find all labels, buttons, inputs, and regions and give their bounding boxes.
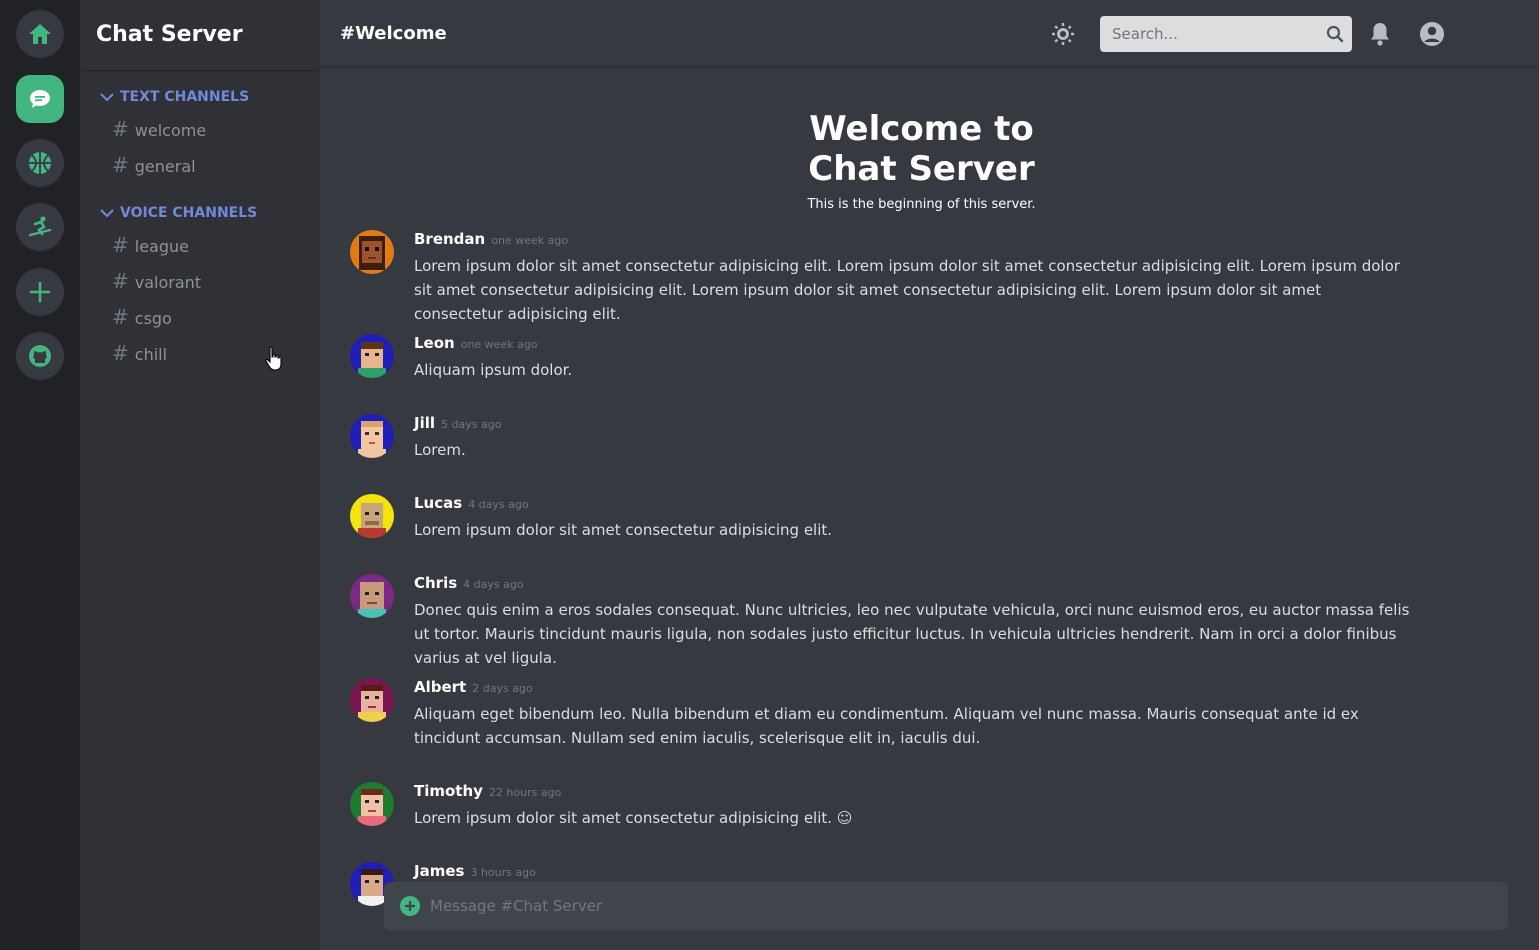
avatar[interactable] bbox=[350, 574, 394, 618]
channel-label: chill bbox=[134, 345, 168, 364]
message-author[interactable]: Timothy 22 hours ago bbox=[414, 782, 561, 800]
bell-icon[interactable] bbox=[1368, 21, 1392, 47]
avatar[interactable] bbox=[350, 334, 394, 378]
snowboard-server-button[interactable] bbox=[16, 203, 64, 251]
text-channels-category[interactable]: TEXT CHANNELS bbox=[100, 89, 249, 105]
channel-label: welcome bbox=[134, 121, 207, 140]
channel-item-valorant[interactable]: # valorant bbox=[112, 269, 201, 293]
hash-icon: # bbox=[112, 153, 129, 177]
search-input[interactable]: Search... bbox=[1100, 16, 1352, 52]
message-timestamp: 3 hours ago bbox=[470, 866, 536, 879]
message-text: Lorem ipsum dolor sit amet consectetur a… bbox=[414, 521, 833, 539]
server-rail bbox=[0, 0, 80, 950]
channel-label: league bbox=[134, 237, 189, 256]
chat-icon bbox=[30, 90, 50, 108]
channel-item-chill[interactable]: # chill bbox=[112, 341, 167, 365]
message-author[interactable]: Lucas 4 days ago bbox=[414, 494, 529, 512]
welcome-banner: Welcome to Chat Server This is the begin… bbox=[320, 109, 1523, 212]
home-button[interactable] bbox=[16, 10, 64, 58]
channel-label: valorant bbox=[134, 273, 202, 292]
hash-icon: # bbox=[112, 117, 129, 141]
message-timestamp: 22 hours ago bbox=[488, 786, 562, 799]
avatar[interactable] bbox=[350, 414, 394, 458]
avatar[interactable] bbox=[350, 494, 394, 538]
home-icon bbox=[29, 24, 51, 44]
channel-item-welcome[interactable]: # welcome bbox=[112, 117, 206, 141]
channel-label: general bbox=[134, 157, 196, 176]
channel-header: #Welcome Search... bbox=[320, 0, 1539, 66]
message-author[interactable]: James 3 hours ago bbox=[414, 862, 536, 880]
snowboard-icon bbox=[28, 216, 52, 237]
add-attachment-icon[interactable] bbox=[400, 896, 420, 916]
message-timestamp: one week ago bbox=[460, 338, 538, 351]
message-composer[interactable]: Message #Chat Server bbox=[384, 882, 1508, 930]
message-text: Aliquam eget bibendum leo. Nulla bibendu… bbox=[414, 705, 1359, 747]
welcome-subtitle: This is the beginning of this server. bbox=[807, 197, 1036, 212]
category-label: VOICE CHANNELS bbox=[120, 205, 258, 221]
chat-server-button[interactable] bbox=[16, 75, 64, 123]
avatar[interactable] bbox=[350, 782, 394, 826]
message-timestamp: 4 days ago bbox=[463, 578, 524, 591]
category-label: TEXT CHANNELS bbox=[120, 89, 250, 105]
message-author[interactable]: Albert 2 days ago bbox=[414, 678, 533, 696]
message-author[interactable]: Leon one week ago bbox=[414, 334, 538, 352]
basketball-server-button[interactable] bbox=[16, 139, 64, 187]
chevron-down-icon bbox=[100, 209, 114, 218]
message-timestamp: 5 days ago bbox=[441, 418, 502, 431]
add-server-button[interactable] bbox=[16, 268, 64, 316]
server-name: Chat Server bbox=[80, 0, 320, 70]
message-text: Donec quis enim a eros sodales consequat… bbox=[414, 601, 1410, 667]
channel-label: csgo bbox=[134, 309, 172, 328]
welcome-title-line1: Welcome to bbox=[809, 109, 1034, 149]
avatar[interactable] bbox=[350, 678, 394, 722]
message-timestamp: 2 days ago bbox=[472, 682, 533, 695]
message-author[interactable]: Chris 4 days ago bbox=[414, 574, 524, 592]
channel-title: #Welcome bbox=[340, 23, 447, 44]
composer-placeholder: Message #Chat Server bbox=[430, 897, 603, 915]
hash-icon: # bbox=[112, 269, 129, 293]
message-text: Lorem. bbox=[414, 441, 466, 459]
channel-item-general[interactable]: # general bbox=[112, 153, 196, 177]
github-icon bbox=[29, 345, 51, 367]
avatar[interactable] bbox=[350, 230, 394, 274]
basketball-icon bbox=[29, 152, 51, 174]
user-profile-icon[interactable] bbox=[1419, 21, 1445, 47]
message-timestamp: 4 days ago bbox=[468, 498, 529, 511]
message-text: Lorem ipsum dolor sit amet consectetur a… bbox=[414, 257, 1400, 323]
channel-item-league[interactable]: # league bbox=[112, 233, 189, 257]
message-author[interactable]: Brendan one week ago bbox=[414, 230, 568, 248]
hand-cursor-icon bbox=[265, 346, 282, 371]
voice-channels-category[interactable]: VOICE CHANNELS bbox=[100, 205, 257, 221]
chevron-down-icon bbox=[100, 93, 114, 102]
message-timestamp: one week ago bbox=[491, 234, 569, 247]
message-author[interactable]: Jill 5 days ago bbox=[414, 414, 501, 432]
hash-icon: # bbox=[112, 305, 129, 329]
theme-toggle-icon[interactable] bbox=[1051, 22, 1075, 46]
hash-icon: # bbox=[112, 341, 129, 365]
search-icon[interactable] bbox=[1326, 25, 1344, 43]
add-server-icon bbox=[29, 281, 51, 303]
hash-icon: # bbox=[112, 233, 129, 257]
channel-sidebar: Chat Server TEXT CHANNELS # welcome # gene… bbox=[80, 0, 320, 950]
search-placeholder: Search... bbox=[1112, 25, 1178, 43]
channel-item-csgo[interactable]: # csgo bbox=[112, 305, 172, 329]
github-button[interactable] bbox=[16, 332, 64, 380]
welcome-title-line2: Chat Server bbox=[808, 149, 1035, 189]
chat-main: #Welcome Search... Welcome to Chat Serve… bbox=[320, 0, 1539, 950]
message-text: Lorem ipsum dolor sit amet consectetur a… bbox=[414, 809, 853, 827]
hash-icon: # bbox=[340, 23, 356, 44]
message-text: Aliquam ipsum dolor. bbox=[414, 361, 573, 379]
